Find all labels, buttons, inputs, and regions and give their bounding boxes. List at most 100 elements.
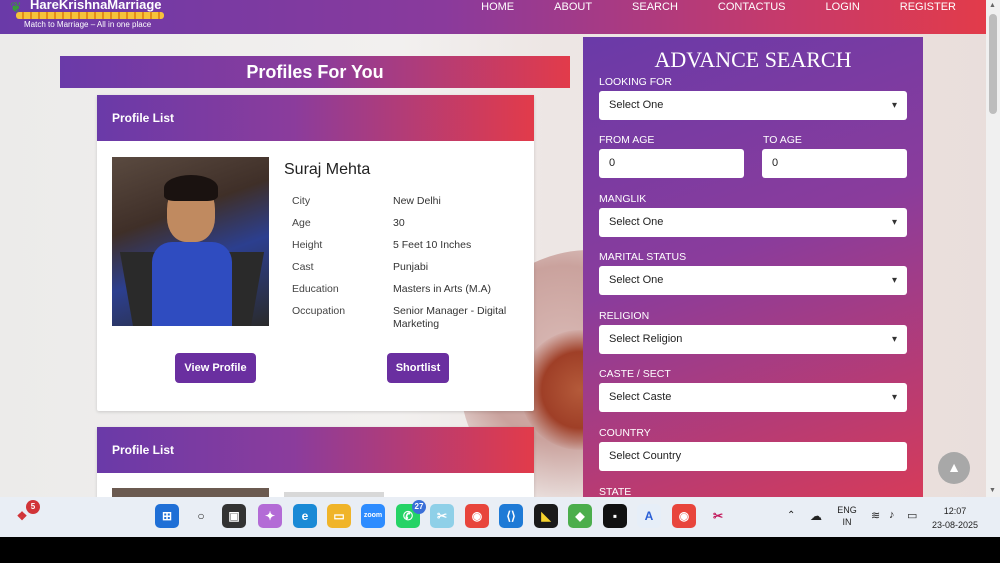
- chrome-profile-icon[interactable]: ◉: [672, 504, 696, 528]
- nav-login[interactable]: LOGIN: [826, 0, 860, 16]
- marital-status-label: MARITAL STATUS: [599, 251, 687, 263]
- from-age-label: FROM AGE: [599, 134, 655, 146]
- to-age-input[interactable]: 0: [762, 149, 907, 178]
- marital-status-select[interactable]: Select One ▾: [599, 266, 907, 295]
- detail-value: Masters in Arts (M.A): [393, 283, 492, 295]
- photo-hair: [164, 175, 218, 201]
- religion-select[interactable]: Select Religion ▾: [599, 325, 907, 354]
- wifi-icon[interactable]: ≋: [871, 509, 880, 522]
- chevron-down-icon: ▾: [891, 217, 897, 228]
- nav-about[interactable]: ABOUT: [554, 0, 592, 16]
- green-app-icon[interactable]: ◆: [568, 504, 592, 528]
- nav-contactus[interactable]: CONTACTUS: [718, 0, 786, 16]
- start-windows-icon[interactable]: ⊞: [155, 504, 179, 528]
- edge-browser-icon[interactable]: e: [293, 504, 317, 528]
- from-age-value: 0: [609, 157, 616, 169]
- looking-for-select[interactable]: Select One ▾: [599, 91, 907, 120]
- nav-register[interactable]: REGISTER: [900, 0, 956, 16]
- volume-icon[interactable]: ♪: [889, 509, 895, 521]
- scroll-up-arrow-icon[interactable]: ▲: [989, 2, 996, 9]
- nav-links: HOME ABOUT SEARCH CONTACTUS LOGIN REGIST…: [441, 0, 956, 16]
- caste-select[interactable]: Select Caste ▾: [599, 383, 907, 412]
- from-age-input[interactable]: 0: [599, 149, 744, 178]
- card-header: Profile List: [97, 95, 534, 141]
- looking-for-value: Select One: [609, 99, 664, 111]
- photo-shirt: [152, 242, 232, 326]
- lang-region: IN: [842, 517, 852, 527]
- detail-value: New Delhi: [393, 195, 441, 207]
- clock-date: 23-08-2025: [931, 520, 979, 530]
- jetbrains-icon[interactable]: ▪: [603, 504, 627, 528]
- chevron-down-icon: ▾: [891, 392, 897, 403]
- scroll-to-top-button[interactable]: ▲: [938, 452, 970, 484]
- notification-app-icon[interactable]: ❖ 5: [10, 500, 40, 528]
- detail-key: Height: [292, 239, 323, 251]
- detail-key: Education: [292, 283, 339, 295]
- country-value: Select Country: [609, 450, 682, 462]
- input-language[interactable]: ENG IN: [832, 504, 862, 528]
- manglik-value: Select One: [609, 216, 664, 228]
- logo-tagline: Match to Marriage – All in one place: [24, 20, 152, 29]
- religion-label: RELIGION: [599, 310, 650, 322]
- weather-cloud-icon[interactable]: ☁: [810, 509, 822, 523]
- whatsapp-icon[interactable]: ✆ 27: [396, 500, 426, 528]
- country-label: COUNTRY: [599, 427, 651, 439]
- view-profile-button[interactable]: View Profile: [175, 353, 256, 383]
- advance-search-panel: ADVANCE SEARCH LOOKING FOR Select One ▾ …: [583, 37, 923, 497]
- arrow-up-icon: ▲: [947, 459, 961, 475]
- detail-value: Punjabi: [393, 261, 429, 273]
- search-title: ADVANCE SEARCH: [654, 47, 852, 72]
- detail-key: Cast: [292, 261, 314, 273]
- detail-key: Age: [292, 217, 311, 229]
- whatsapp-badge: 27: [412, 500, 426, 514]
- scroll-down-arrow-icon[interactable]: ▼: [989, 487, 996, 494]
- lang-code: ENG: [837, 505, 857, 515]
- scroll-thumb[interactable]: [989, 14, 997, 114]
- shortlist-button[interactable]: Shortlist: [387, 353, 449, 383]
- task-view-icon[interactable]: ▣: [222, 504, 246, 528]
- detail-row-occupation: Occupation Senior Manager - Digital Mark…: [292, 305, 522, 331]
- vscode-icon[interactable]: ⟨⟩: [499, 504, 523, 528]
- screen-bottom-bar: [0, 537, 1000, 563]
- chevron-down-icon: ▾: [891, 275, 897, 286]
- battery-icon[interactable]: ▭: [907, 509, 917, 522]
- clock-time: 12:07: [943, 506, 967, 516]
- logo-decorative-bar: [16, 12, 164, 19]
- marital-status-value: Select One: [609, 274, 664, 286]
- page-scrollbar[interactable]: ▲ ▼: [986, 0, 1000, 497]
- profile-card: Profile List Suraj Mehta City New Delhi …: [97, 95, 534, 411]
- tray-chevron-up-icon[interactable]: ⌃: [787, 510, 795, 521]
- manglik-select[interactable]: Select One ▾: [599, 208, 907, 237]
- snipping-tool-icon[interactable]: ✂: [430, 504, 454, 528]
- chevron-down-icon: ▾: [891, 334, 897, 345]
- chrome-icon[interactable]: ◉: [465, 504, 489, 528]
- caste-value: Select Caste: [609, 391, 672, 403]
- search-icon[interactable]: ○: [189, 504, 213, 528]
- detail-row-education: Education Masters in Arts (M.A): [292, 283, 522, 296]
- detail-row-height: Height 5 Feet 10 Inches: [292, 239, 522, 252]
- snip-app-icon[interactable]: ✂: [706, 504, 730, 528]
- zoom-icon[interactable]: zoom: [361, 504, 385, 528]
- looking-for-label: LOOKING FOR: [599, 76, 672, 88]
- to-age-label: TO AGE: [763, 134, 802, 146]
- detail-value: 5 Feet 10 Inches: [393, 239, 472, 251]
- browser-viewport: ❦ HareKrishnaMarriage Match to Marriage …: [0, 0, 1000, 497]
- system-clock[interactable]: 12:07 23-08-2025: [920, 504, 990, 532]
- site-logo[interactable]: ❦ HareKrishnaMarriage Match to Marriage …: [10, 0, 170, 34]
- profile-details: City New Delhi Age 30 Height 5 Feet 10 I…: [292, 195, 522, 340]
- nav-search[interactable]: SEARCH: [632, 0, 678, 16]
- translate-app-icon[interactable]: A: [637, 504, 661, 528]
- copilot-icon[interactable]: ✦: [258, 504, 282, 528]
- country-select[interactable]: Select Country: [599, 442, 907, 471]
- caste-label: CASTE / SECT: [599, 368, 671, 380]
- manglik-label: MANGLIK: [599, 193, 647, 205]
- detail-key: City: [292, 195, 311, 207]
- state-label: STATE: [599, 486, 632, 497]
- file-explorer-icon[interactable]: ▭: [327, 504, 351, 528]
- nav-home[interactable]: HOME: [481, 0, 514, 16]
- sticky-app-icon[interactable]: ◣: [534, 504, 558, 528]
- religion-value: Select Religion: [609, 333, 683, 345]
- profile-name: Suraj Mehta: [284, 161, 371, 178]
- detail-value: 30: [393, 217, 405, 229]
- logo-text: HareKrishnaMarriage: [30, 0, 162, 12]
